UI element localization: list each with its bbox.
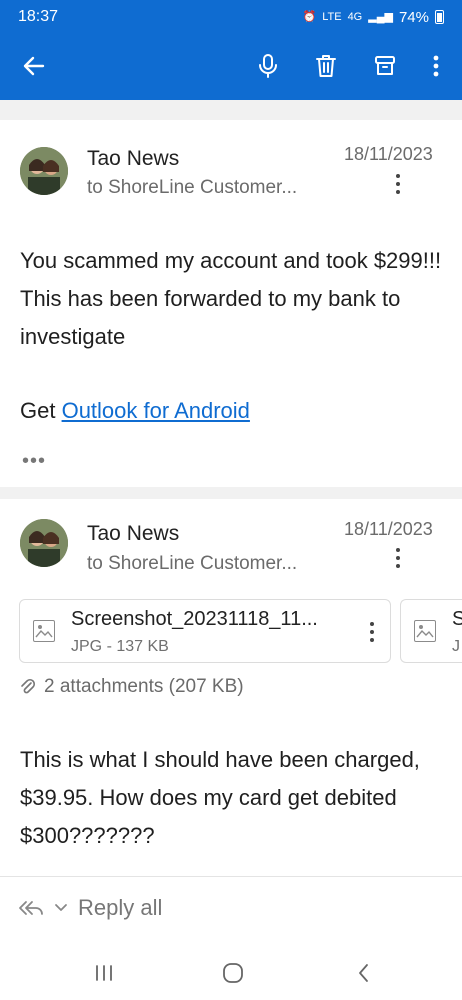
message-separator xyxy=(0,487,462,499)
attachment-card[interactable]: Screenshot_20231118_11... JPG - 137 KB xyxy=(19,599,391,663)
message-date: 18/11/2023 xyxy=(344,144,433,164)
avatar[interactable] xyxy=(20,147,68,195)
sender-name: Tao News xyxy=(87,522,180,545)
signal-icon: ▂▄▆ xyxy=(368,10,393,23)
image-file-icon xyxy=(414,620,436,642)
recipient-line[interactable]: to ShoreLine Customer... xyxy=(87,177,297,199)
message-body: This is what I should have been charged,… xyxy=(20,741,445,855)
reply-bar: Reply all xyxy=(0,877,462,945)
toolbar xyxy=(0,40,462,90)
status-icons: ⏰ LTE 4G ▂▄▆ 74% xyxy=(302,8,444,26)
chevron-down-icon xyxy=(55,904,67,911)
avatar[interactable] xyxy=(20,519,68,567)
reply-all-icon xyxy=(19,901,43,915)
reply-all-label: Reply all xyxy=(78,895,163,920)
recent-apps-icon[interactable] xyxy=(90,959,118,987)
home-icon[interactable] xyxy=(219,959,247,987)
more-vertical-icon[interactable] xyxy=(418,48,454,84)
image-file-icon xyxy=(33,620,55,642)
outlook-android-link[interactable]: Outlook for Android xyxy=(62,398,250,423)
battery-icon xyxy=(435,10,444,24)
message-body: You scammed my account and took $299!!! … xyxy=(20,242,445,356)
back-nav-icon[interactable] xyxy=(350,959,378,987)
microphone-icon[interactable] xyxy=(250,48,286,84)
message-more-icon[interactable] xyxy=(390,545,406,571)
top-separator xyxy=(0,100,462,120)
message-date: 18/11/2023 xyxy=(344,519,433,539)
app-bar: 18:37 ⏰ LTE 4G ▂▄▆ 74% xyxy=(0,0,462,100)
status-time: 18:37 xyxy=(18,8,59,25)
attachment-summary[interactable]: 2 attachments (207 KB) xyxy=(20,676,244,698)
attachment-name: Screenshot_20231118_11... xyxy=(71,608,318,630)
trash-icon[interactable] xyxy=(308,48,344,84)
signature-prefix: Get xyxy=(20,398,62,423)
arrow-left-icon[interactable] xyxy=(16,48,52,84)
attachment-name: S xyxy=(452,608,462,630)
archive-icon[interactable] xyxy=(367,48,403,84)
attachment-summary-text: 2 attachments (207 KB) xyxy=(44,676,244,697)
show-quoted-button[interactable]: ••• xyxy=(22,450,46,473)
system-nav-bar xyxy=(0,945,462,1000)
attachment-meta: J xyxy=(452,638,460,655)
message-body-text: This is what I should have been charged,… xyxy=(20,747,420,848)
status-bar: 18:37 ⏰ LTE 4G ▂▄▆ 74% xyxy=(0,0,462,34)
lte-label: LTE xyxy=(322,10,342,23)
attachment-meta: JPG - 137 KB xyxy=(71,638,169,655)
battery-level: 74% xyxy=(398,8,429,26)
signature: Get Outlook for Android xyxy=(20,392,445,430)
message-more-icon[interactable] xyxy=(390,171,406,197)
attachment-card[interactable]: S J xyxy=(400,599,462,663)
reply-all-button[interactable]: Reply all xyxy=(18,895,162,921)
sender-name: Tao News xyxy=(87,147,180,170)
network-label: 4G xyxy=(347,10,363,23)
paperclip-icon xyxy=(21,678,36,694)
message-body-text: You scammed my account and took $299!!! … xyxy=(20,248,442,349)
alarm-icon: ⏰ xyxy=(302,10,317,23)
recipient-line[interactable]: to ShoreLine Customer... xyxy=(87,553,297,575)
attachment-more-icon[interactable] xyxy=(364,619,380,645)
